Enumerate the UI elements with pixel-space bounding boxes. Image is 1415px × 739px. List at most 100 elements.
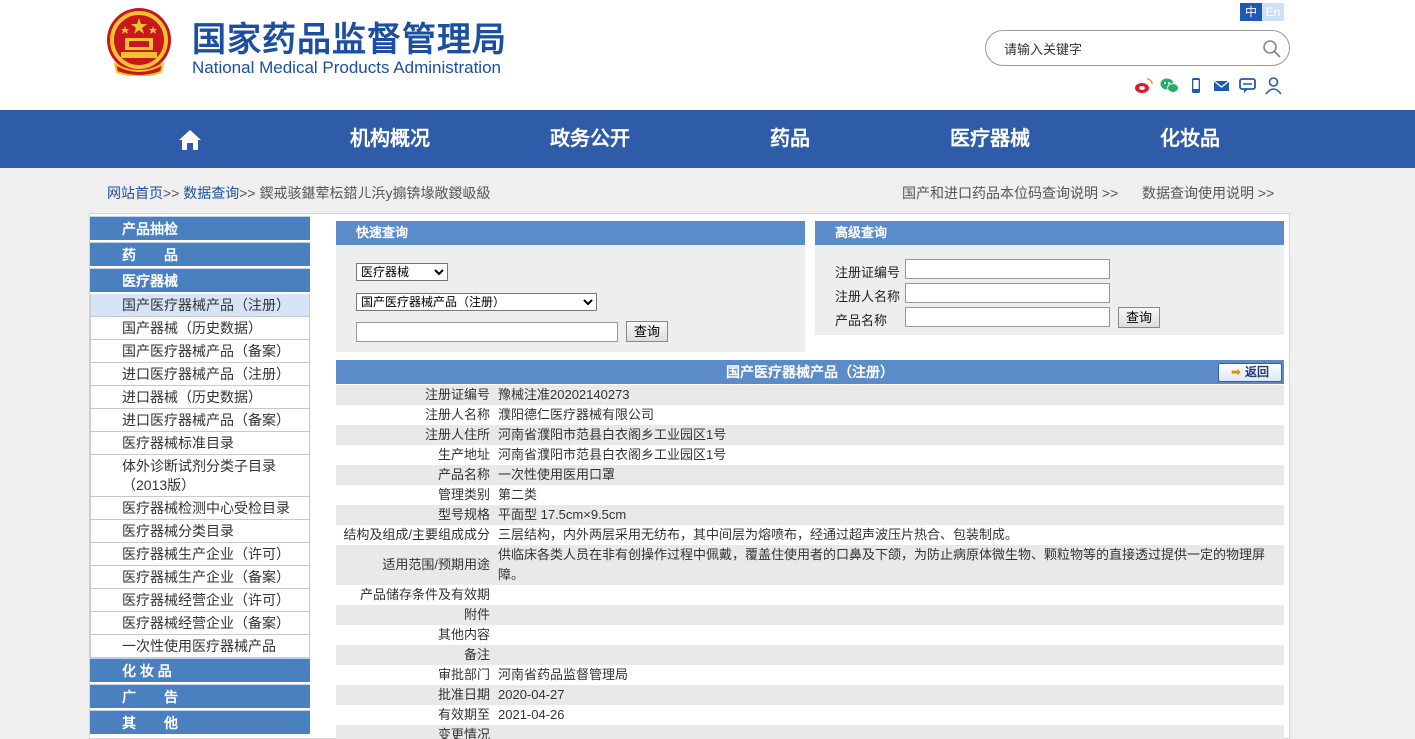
nav-item-cosmetics[interactable]: 化妆品 bbox=[1160, 110, 1220, 168]
detail-field-value: 河南省濮阳市范县白衣阁乡工业园区1号 bbox=[498, 427, 727, 442]
sidebar-item[interactable]: 一次性使用医疗器械产品 bbox=[90, 635, 310, 658]
advanced-search-box: 高级查询 注册证编号 注册人名称 产品名称 查询 bbox=[815, 221, 1284, 335]
detail-field-label: 批准日期 bbox=[437, 687, 490, 702]
detail-field-label: 适用范围/预期用途 bbox=[382, 557, 490, 572]
detail-row: 结构及组成/主要组成成分 三层结构，内外两层采用无纺布，其中间层为熔喷布，经通过超… bbox=[336, 525, 1284, 545]
sidebar-item[interactable]: 进口器械（历史数据） bbox=[90, 386, 310, 409]
quick-query-input[interactable] bbox=[356, 322, 618, 342]
breadcrumb-separator: >> bbox=[163, 185, 180, 201]
sidebar-item[interactable]: 国产器械（历史数据） bbox=[90, 317, 310, 340]
detail-field-value: 平面型 17.5cm×9.5cm bbox=[498, 507, 627, 522]
detail-row: 批准日期 2020-04-27 bbox=[336, 685, 1284, 705]
sidebar-item[interactable]: 医疗器械生产企业（许可） bbox=[90, 543, 310, 566]
detail-title-bar: 国产医疗器械产品（注册） ➡ 返回 bbox=[336, 360, 1284, 384]
sidebar: 产品抽检 药 品 医疗器械 国产医疗器械产品（注册） 国产器械（历史数据） 国产… bbox=[90, 216, 310, 739]
quick-search-title: 快速查询 bbox=[336, 221, 805, 245]
nav-home-button[interactable] bbox=[177, 110, 203, 168]
detail-field-label: 结构及组成/主要组成成分 bbox=[343, 527, 490, 542]
detail-row: 产品名称 一次性使用医用口罩 bbox=[336, 465, 1284, 485]
detail-row: 型号规格 平面型 17.5cm×9.5cm bbox=[336, 505, 1284, 525]
mail-icon[interactable] bbox=[1212, 76, 1231, 95]
sidebar-category-ads[interactable]: 广 告 bbox=[90, 684, 310, 708]
detail-field-value: 一次性使用医用口罩 bbox=[498, 467, 616, 482]
advanced-query-button[interactable]: 查询 bbox=[1118, 307, 1161, 328]
detail-field-value: 2021-04-26 bbox=[498, 707, 565, 722]
sidebar-item[interactable]: 体外诊断试剂分类子目录（2013版） bbox=[90, 455, 310, 497]
arrow-right-icon: ➡ bbox=[1230, 365, 1242, 379]
registration-number-input[interactable] bbox=[905, 259, 1110, 279]
data-query-help-link[interactable]: 数据查询使用说明 >> bbox=[1142, 183, 1274, 203]
breadcrumb-home-link[interactable]: 网站首页 bbox=[107, 185, 163, 201]
search-input[interactable] bbox=[1004, 39, 1244, 59]
sidebar-item[interactable]: 进口医疗器械产品（备案） bbox=[90, 409, 310, 432]
wechat-icon[interactable] bbox=[1160, 76, 1179, 95]
sidebar-item[interactable]: 医疗器械分类目录 bbox=[90, 520, 310, 543]
message-icon[interactable] bbox=[1238, 76, 1257, 95]
breadcrumb-data-link[interactable]: 数据查询 bbox=[183, 185, 239, 201]
site-header: 国家药品监督管理局 National Medical Products Admi… bbox=[0, 0, 1415, 110]
detail-field-value bbox=[498, 585, 1284, 605]
lang-zh-button[interactable]: 中 bbox=[1240, 3, 1262, 21]
detail-field-label: 型号规格 bbox=[437, 507, 490, 522]
product-name-input[interactable] bbox=[905, 307, 1110, 327]
sidebar-item[interactable]: 进口医疗器械产品（注册） bbox=[90, 363, 310, 386]
product-name-label: 产品名称 bbox=[835, 313, 888, 328]
nav-item-drugs[interactable]: 药品 bbox=[770, 110, 810, 168]
detail-field-label: 注册证编号 bbox=[424, 387, 490, 402]
quick-search-box: 快速查询 医疗器械 国产医疗器械产品（注册） 查询 bbox=[336, 221, 805, 352]
registrant-name-label: 注册人名称 bbox=[835, 289, 901, 304]
detail-field-label: 产品名称 bbox=[437, 467, 490, 482]
site-title-en: National Medical Products Administration bbox=[192, 58, 501, 77]
sidebar-item[interactable]: 国产医疗器械产品（备案） bbox=[90, 340, 310, 363]
detail-row: 产品储存条件及有效期 bbox=[336, 585, 1284, 605]
detail-field-label: 注册人住所 bbox=[424, 427, 490, 442]
detail-field-label: 管理类别 bbox=[437, 487, 490, 502]
main-nav: 机构概况 政务公开 药品 医疗器械 化妆品 bbox=[0, 110, 1415, 168]
sidebar-item[interactable]: 医疗器械生产企业（备案） bbox=[90, 566, 310, 589]
nav-item-institution[interactable]: 机构概况 bbox=[350, 110, 430, 168]
category-select[interactable]: 医疗器械 bbox=[356, 263, 448, 281]
detail-row: 注册证编号 豫械注准20202140273 bbox=[336, 385, 1284, 405]
mobile-icon[interactable] bbox=[1186, 76, 1205, 95]
weibo-icon[interactable] bbox=[1134, 76, 1153, 95]
detail-field-label: 变更情况 bbox=[437, 727, 490, 739]
registrant-name-input[interactable] bbox=[905, 283, 1110, 303]
search-icon[interactable] bbox=[1262, 39, 1282, 59]
detail-row: 管理类别 第二类 bbox=[336, 485, 1284, 505]
detail-row: 其他内容 bbox=[336, 625, 1284, 645]
detail-row: 注册人名称 濮阳德仁医疗器械有限公司 bbox=[336, 405, 1284, 425]
sidebar-category-inspection[interactable]: 产品抽检 bbox=[90, 216, 310, 240]
detail-field-value: 三层结构，内外两层采用无纺布，其中间层为熔喷布，经通过超声波压片热合、包装制成。 bbox=[498, 527, 1019, 542]
sidebar-item[interactable]: 国产医疗器械产品（注册） bbox=[90, 294, 310, 317]
detail-field-label: 其他内容 bbox=[437, 627, 490, 642]
sidebar-category-cosmetics[interactable]: 化 妆 品 bbox=[90, 658, 310, 682]
code-query-help-link[interactable]: 国产和进口药品本位码查询说明 >> bbox=[902, 183, 1118, 203]
sidebar-item[interactable]: 医疗器械检测中心受检目录 bbox=[90, 497, 310, 520]
home-icon bbox=[179, 129, 201, 150]
detail-row: 变更情况 bbox=[336, 725, 1284, 739]
back-button[interactable]: ➡ 返回 bbox=[1218, 363, 1282, 382]
detail-table: 注册证编号 豫械注准20202140273 注册人名称 濮阳德仁医疗器械有限公司注册人… bbox=[336, 385, 1284, 739]
detail-field-label: 审批部门 bbox=[437, 667, 490, 682]
sidebar-item[interactable]: 医疗器械标准目录 bbox=[90, 432, 310, 455]
detail-field-value: 第二类 bbox=[498, 487, 538, 502]
site-title-cn: 国家药品监督管理局 bbox=[192, 21, 507, 59]
site-search bbox=[985, 30, 1290, 66]
sidebar-category-devices[interactable]: 医疗器械 bbox=[90, 268, 310, 292]
national-emblem-logo bbox=[107, 8, 171, 76]
detail-field-label: 备注 bbox=[463, 647, 490, 662]
sidebar-category-drugs[interactable]: 药 品 bbox=[90, 242, 310, 266]
nav-item-devices[interactable]: 医疗器械 bbox=[950, 110, 1030, 168]
detail-field-label: 生产地址 bbox=[437, 447, 490, 462]
sidebar-item[interactable]: 医疗器械经营企业（备案） bbox=[90, 612, 310, 635]
user-icon[interactable] bbox=[1264, 76, 1283, 95]
nav-item-government[interactable]: 政务公开 bbox=[550, 110, 630, 168]
sidebar-category-other[interactable]: 其 他 bbox=[90, 710, 310, 734]
quick-query-button[interactable]: 查询 bbox=[626, 321, 669, 342]
detail-row: 备注 bbox=[336, 645, 1284, 665]
database-select[interactable]: 国产医疗器械产品（注册） bbox=[356, 293, 597, 311]
back-label: 返回 bbox=[1245, 365, 1270, 379]
lang-en-button[interactable]: En bbox=[1262, 3, 1284, 21]
detail-field-value bbox=[498, 625, 1284, 645]
sidebar-item[interactable]: 医疗器械经营企业（许可） bbox=[90, 589, 310, 612]
